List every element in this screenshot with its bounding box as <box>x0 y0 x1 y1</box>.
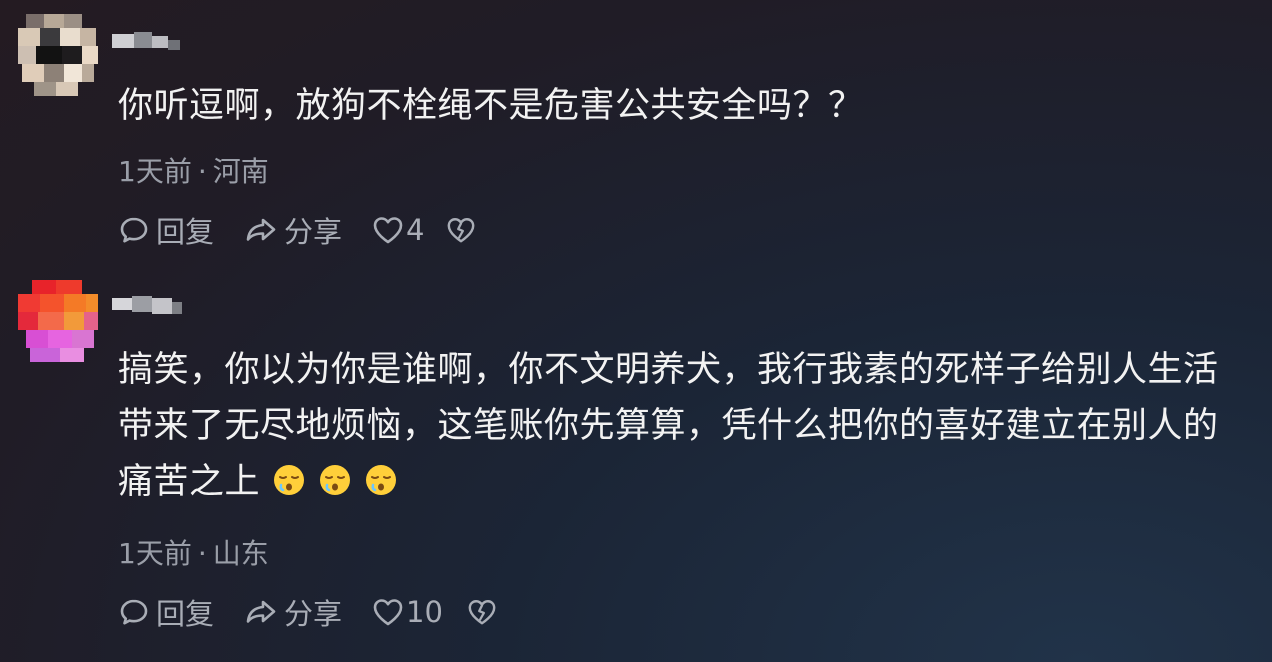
sleepy-face-emoji <box>274 465 305 495</box>
comment-meta: 1天前 · 山东 <box>118 532 269 572</box>
comment-actions: 回复 分享 10 <box>118 592 497 632</box>
comment-actions: 回复 分享 4 <box>118 210 476 250</box>
avatar[interactable] <box>18 280 100 362</box>
share-arrow-icon <box>246 218 276 241</box>
sleepy-face-emoji <box>320 465 351 495</box>
comment-text: 搞笑，你以为你是谁啊，你不文明养犬，我行我素的死样子给别人生活带来了无尽地烦恼，… <box>118 342 1248 510</box>
comment-item: 你听逗啊，放狗不栓绳不是危害公共安全吗？？ 1天前 · 河南 回复 分享 4 <box>0 0 1272 270</box>
sleepy-face-emoji <box>366 465 397 495</box>
like-button[interactable]: 4 <box>372 213 424 247</box>
like-button[interactable]: 10 <box>372 595 443 629</box>
share-button[interactable]: 分享 <box>242 209 342 251</box>
heart-icon <box>373 599 403 626</box>
comment-meta: 1天前 · 河南 <box>118 150 269 190</box>
broken-heart-icon <box>468 600 496 625</box>
reply-label: 回复 <box>156 597 215 631</box>
username[interactable] <box>112 32 184 52</box>
dislike-button[interactable] <box>467 597 497 627</box>
comment-bubble-icon <box>120 599 148 625</box>
like-count: 10 <box>406 595 443 629</box>
like-count: 4 <box>406 213 425 247</box>
separator-dot: · <box>197 155 207 188</box>
separator-dot: · <box>197 537 207 570</box>
avatar[interactable] <box>18 14 100 96</box>
comment-bubble-icon <box>120 217 148 243</box>
share-button[interactable]: 分享 <box>242 591 342 633</box>
heart-icon <box>373 217 403 244</box>
reply-label: 回复 <box>156 215 215 249</box>
comment-text: 你听逗啊，放狗不栓绳不是危害公共安全吗？？ <box>118 86 864 126</box>
comment-time: 1天前 <box>118 537 192 570</box>
share-arrow-icon <box>246 600 276 623</box>
reply-button[interactable]: 回复 <box>118 591 214 633</box>
reply-button[interactable]: 回复 <box>118 209 214 251</box>
share-label: 分享 <box>284 215 343 249</box>
share-label: 分享 <box>284 597 343 631</box>
username[interactable] <box>112 296 184 316</box>
comment-location: 河南 <box>212 155 269 188</box>
comment-time: 1天前 <box>118 155 192 188</box>
comment-location: 山东 <box>212 537 269 570</box>
broken-heart-icon <box>448 218 475 243</box>
comment-item: 搞笑，你以为你是谁啊，你不文明养犬，我行我素的死样子给别人生活带来了无尽地烦恼，… <box>0 270 1272 662</box>
dislike-button[interactable] <box>446 215 476 245</box>
